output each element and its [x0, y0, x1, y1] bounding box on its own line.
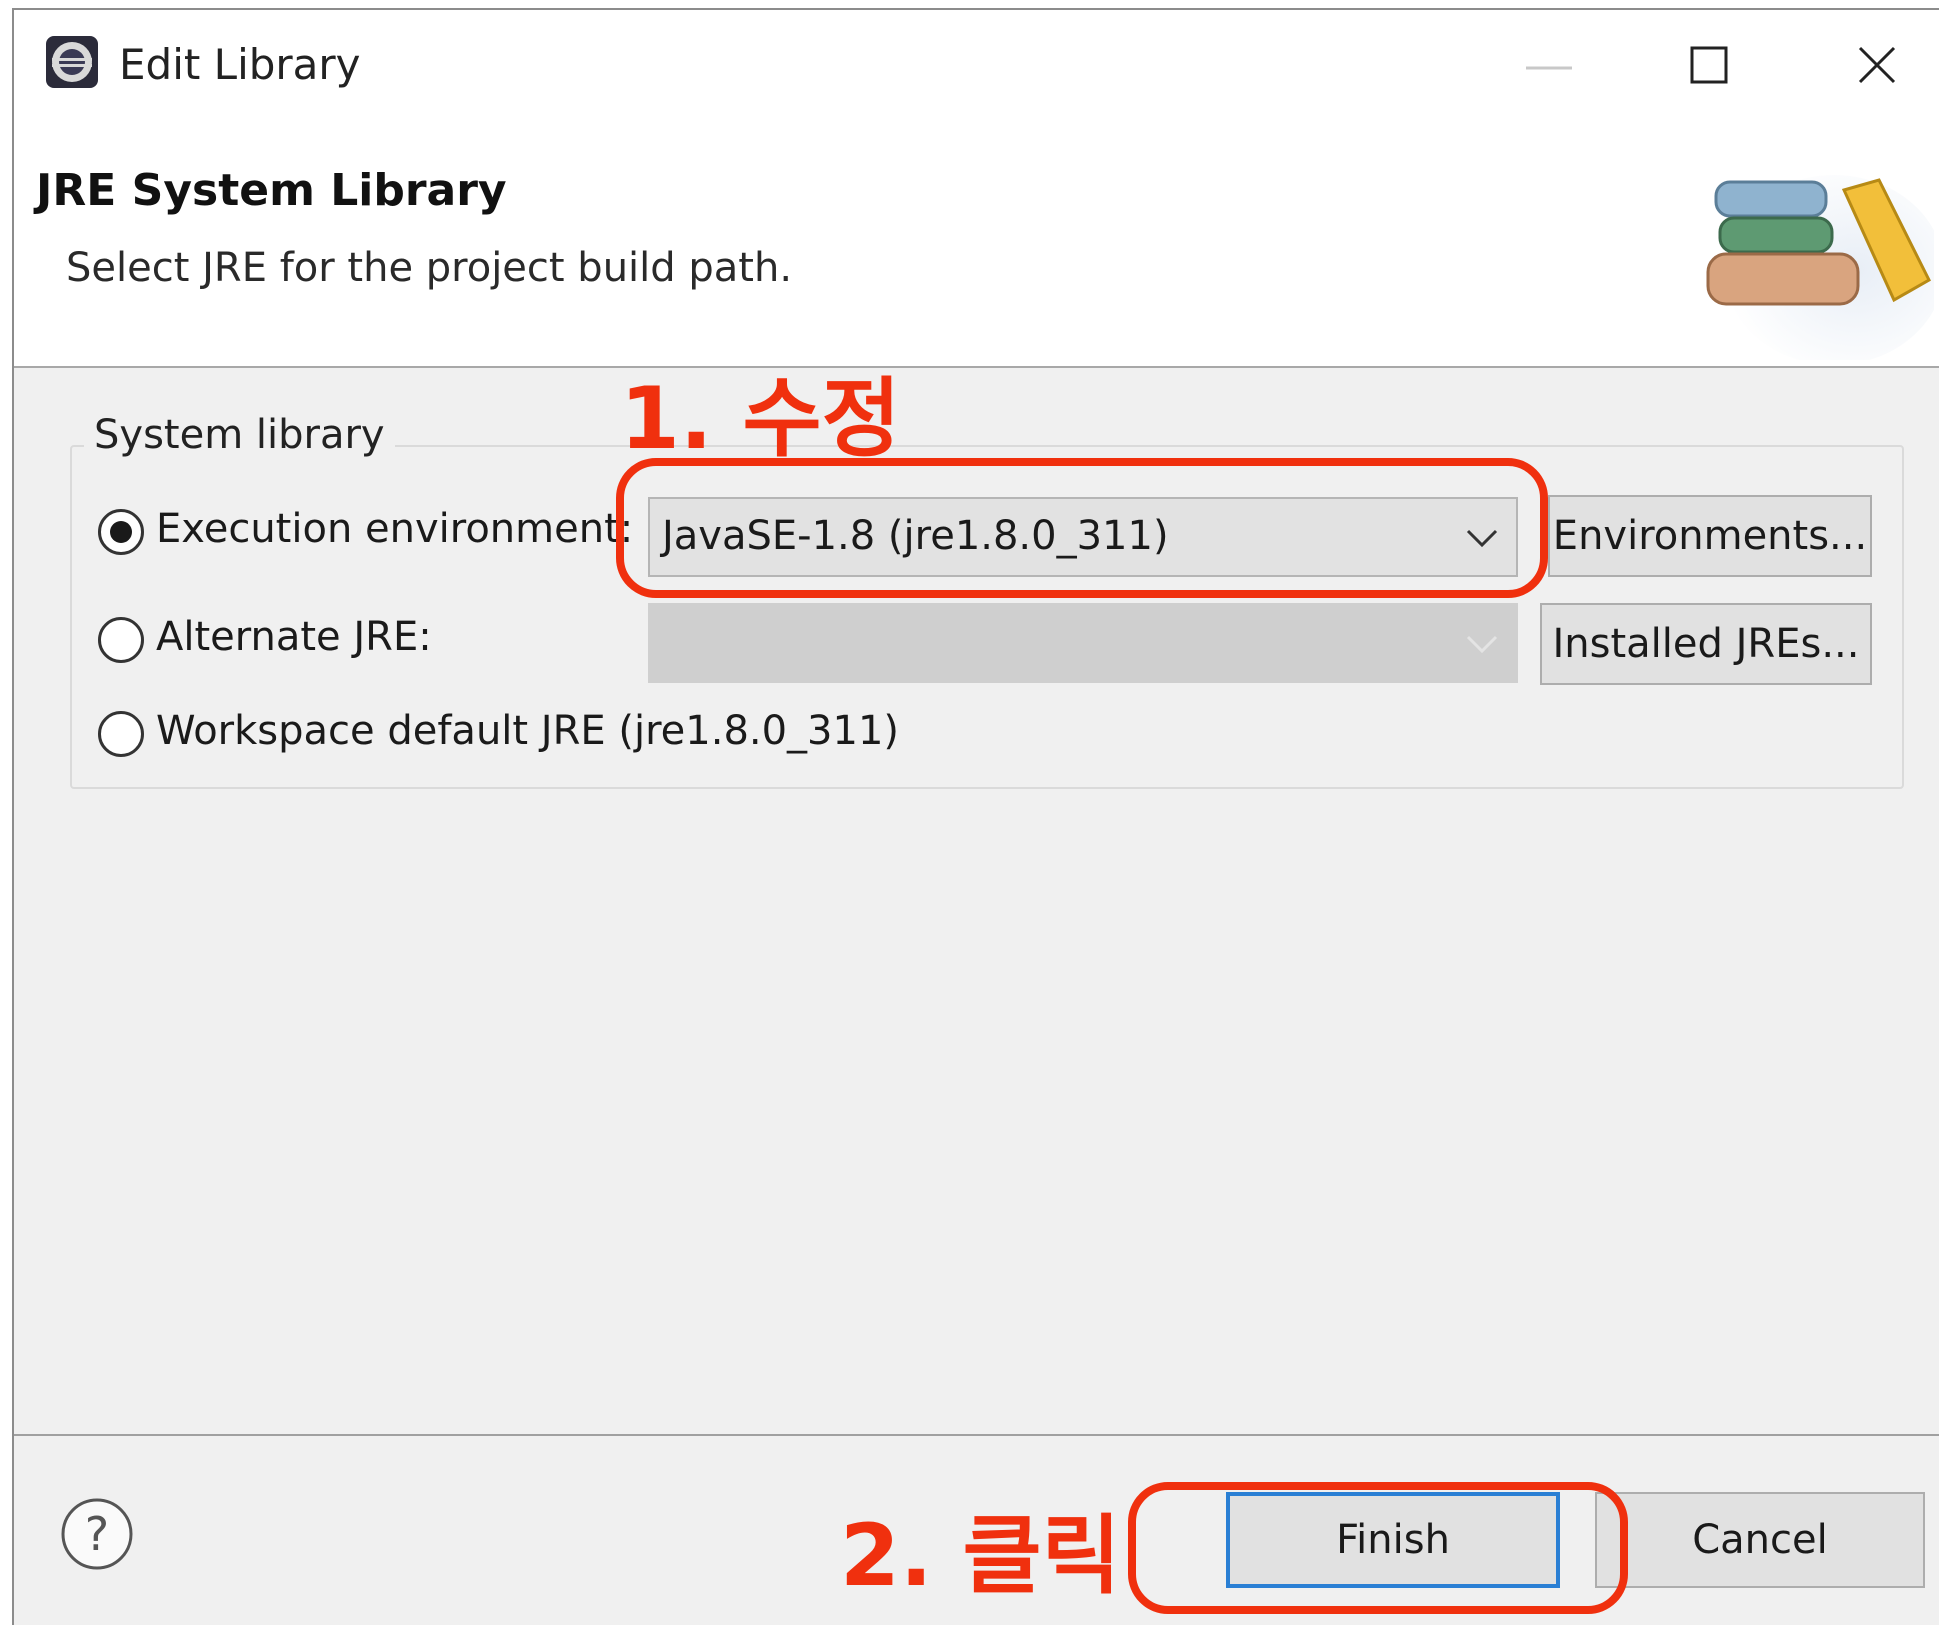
window-title: Edit Library — [119, 40, 361, 89]
installed-jres-button[interactable]: Installed JREs... — [1540, 603, 1872, 685]
close-icon[interactable] — [1842, 30, 1912, 100]
annotation-step1-highlight — [616, 458, 1548, 598]
footer-separator — [14, 1434, 1939, 1436]
execution-environment-radio[interactable] — [98, 509, 144, 555]
edit-library-dialog: Edit Library JRE System Library Select J… — [12, 8, 1939, 1625]
system-library-group-label: System library — [84, 412, 395, 458]
help-icon[interactable]: ? — [58, 1495, 136, 1573]
books-icon — [1706, 175, 1934, 360]
annotation-step1-text: 1. 수정 — [620, 369, 901, 469]
svg-text:?: ? — [85, 1507, 109, 1561]
environments-button[interactable]: Environments... — [1548, 495, 1872, 577]
minimize-icon[interactable] — [1514, 30, 1584, 100]
alternate-jre-dropdown — [648, 603, 1518, 683]
chevron-down-icon — [1466, 635, 1498, 654]
annotation-step2-highlight — [1128, 1482, 1628, 1614]
page-title: JRE System Library — [36, 165, 507, 216]
annotation-step2-text: 2. 클릭 — [840, 1506, 1121, 1606]
wizard-header: JRE System Library Select JRE for the pr… — [14, 120, 1939, 368]
eclipse-app-icon — [46, 36, 98, 88]
workspace-default-jre-label: Workspace default JRE (jre1.8.0_311) — [156, 708, 900, 754]
page-description: Select JRE for the project build path. — [66, 245, 793, 291]
alternate-jre-radio[interactable] — [98, 617, 144, 663]
maximize-icon[interactable] — [1674, 30, 1744, 100]
execution-environment-label: Execution environment: — [156, 506, 634, 552]
alternate-jre-label: Alternate JRE: — [156, 614, 432, 660]
title-bar: Edit Library — [14, 10, 1939, 120]
cancel-button[interactable]: Cancel — [1595, 1492, 1925, 1588]
workspace-default-jre-radio[interactable] — [98, 711, 144, 757]
